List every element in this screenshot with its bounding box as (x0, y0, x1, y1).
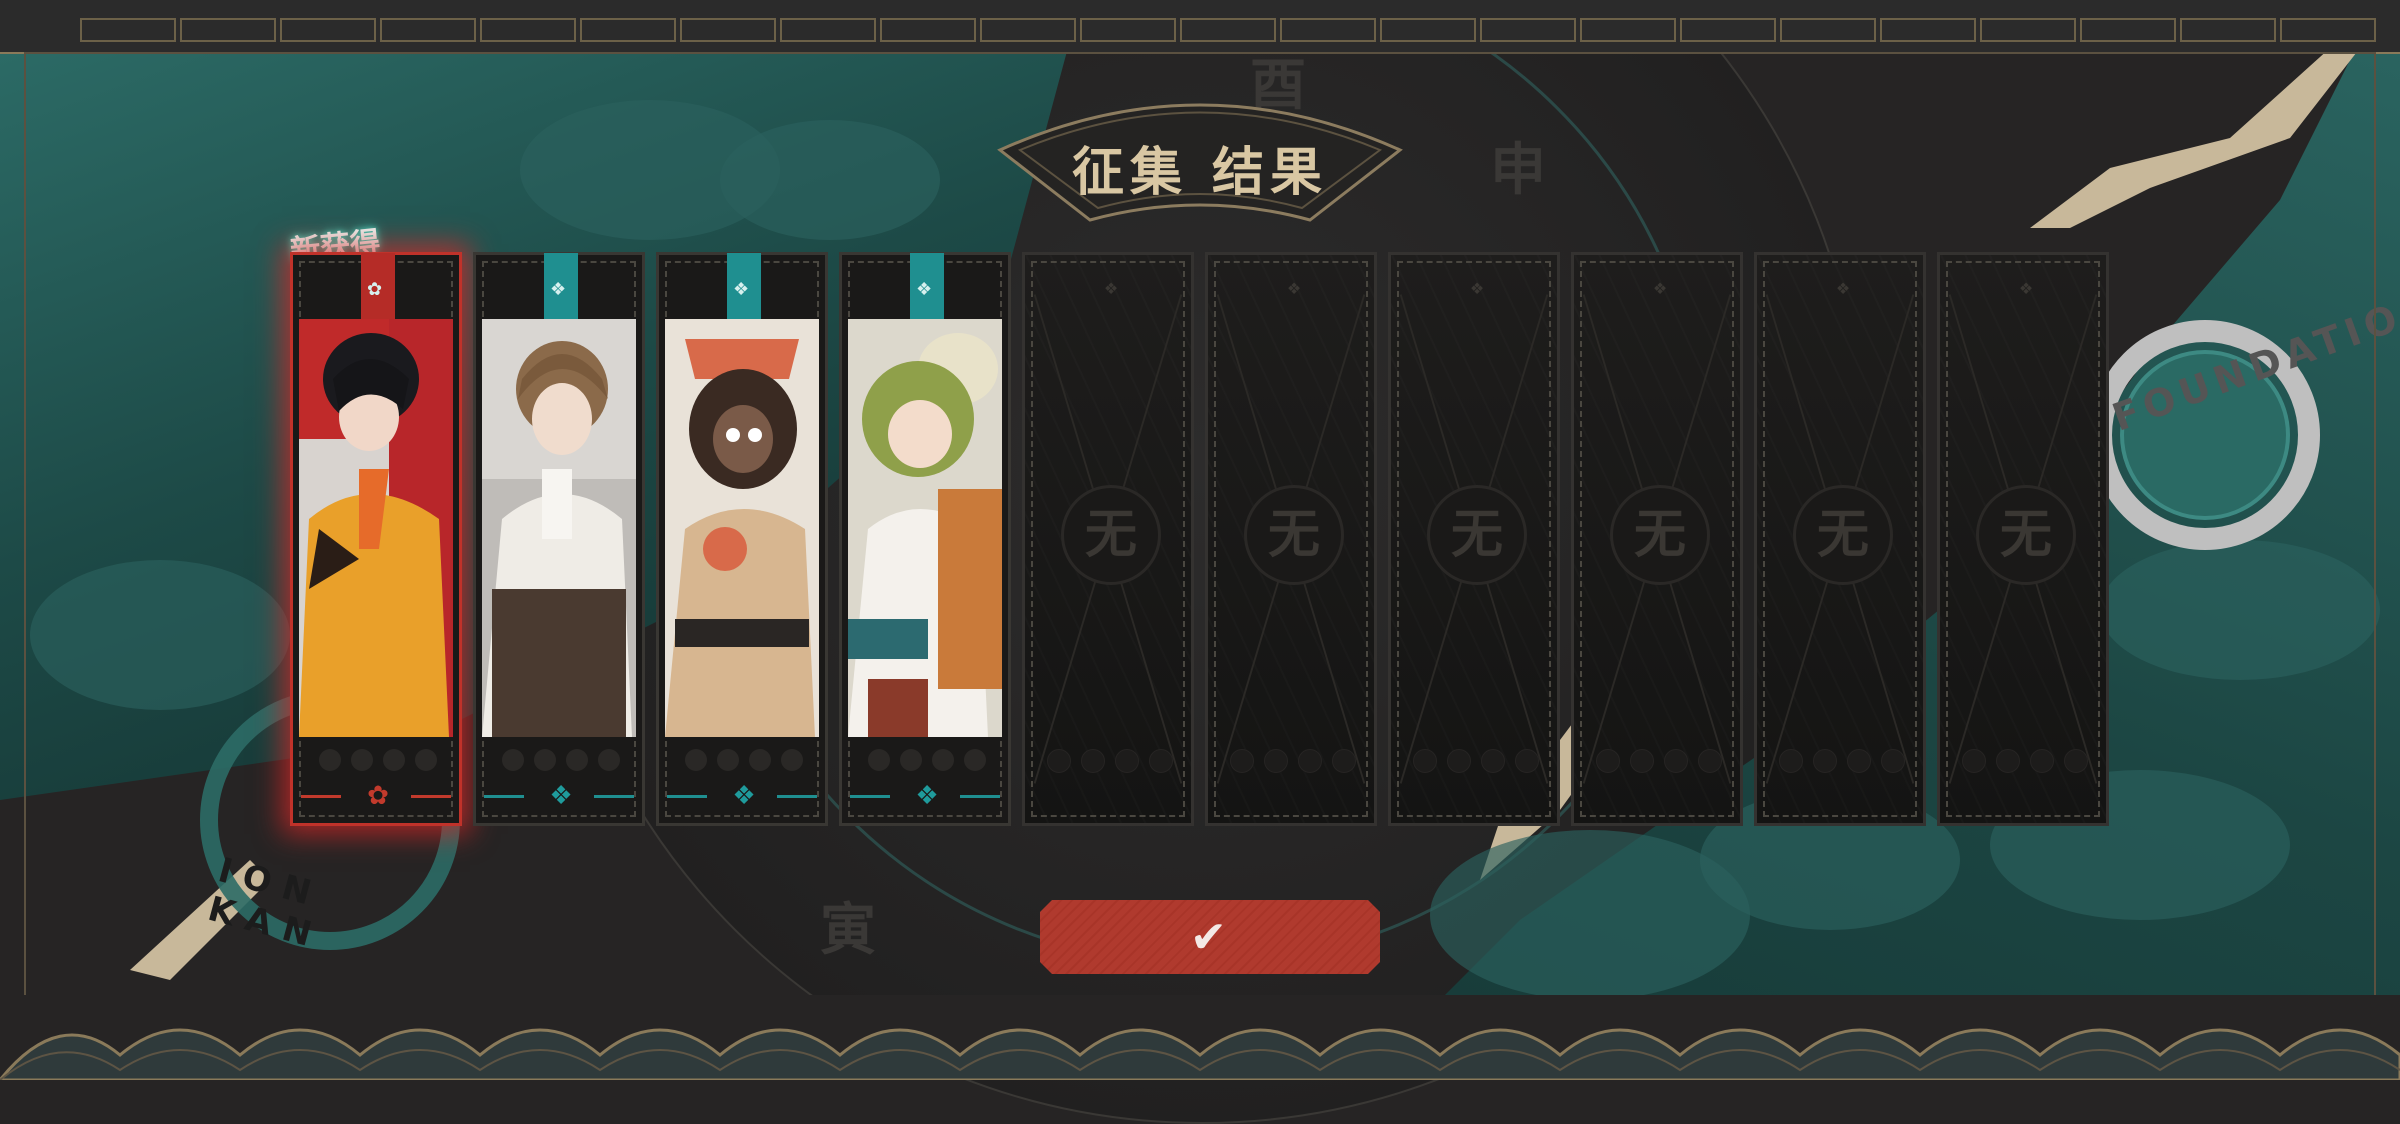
flower-icon: ✿ (367, 279, 383, 300)
border-segment (480, 18, 576, 42)
rarity-tab: ❖ (544, 253, 578, 323)
character-portrait (482, 319, 636, 737)
border-segment (1580, 18, 1676, 42)
star-slots (1950, 749, 2100, 775)
knot-icon: ❖ (733, 279, 750, 300)
result-card-3[interactable]: ❖ ❖ (656, 252, 828, 826)
empty-glyph: 无 (1610, 485, 1710, 585)
background-glyph: 寅 (820, 897, 876, 963)
star-slots (669, 749, 819, 775)
rarity-tab: ❖ (910, 253, 944, 323)
title-banner: 征集 结果 (990, 70, 1410, 230)
knot-icon: ❖ (1835, 279, 1851, 298)
result-card-2[interactable]: ❖ ❖ (473, 252, 645, 826)
border-segment (1280, 18, 1376, 42)
empty-glyph: 无 (1244, 485, 1344, 585)
page-title: 征集 结果 (1071, 142, 1329, 203)
character-portrait (665, 319, 819, 737)
rarity-tab: ❖ (727, 253, 761, 323)
empty-card-slot: ❖ 无 (1571, 252, 1743, 826)
empty-glyph: 无 (1976, 485, 2076, 585)
empty-card-slot: ❖ 无 (1388, 252, 1560, 826)
border-segment (2080, 18, 2176, 42)
knot-icon: ❖ (550, 279, 567, 300)
star-slots (852, 749, 1002, 775)
star-slots (1767, 749, 1917, 775)
knot-icon: ❖ (1103, 279, 1119, 298)
background-glyph: 申 (1490, 137, 1546, 203)
border-segment (1180, 18, 1276, 42)
cloud-decoration (2100, 540, 2380, 680)
border-segment (2280, 18, 2376, 42)
border-segment (1680, 18, 1776, 42)
confirm-button[interactable]: ✔ (1040, 900, 1380, 974)
empty-glyph: 无 (1061, 485, 1161, 585)
star-slots (1035, 749, 1185, 775)
border-segment (980, 18, 1076, 42)
cloud-decoration (30, 560, 290, 710)
border-segment (380, 18, 476, 42)
border-segment (80, 18, 176, 42)
knot-icon: ❖ (1286, 279, 1302, 298)
empty-glyph: 无 (1427, 485, 1527, 585)
empty-card-slot: ❖ 无 (1205, 252, 1377, 826)
knot-icon: ❖ (2018, 279, 2034, 298)
knot-icon: ❖ (916, 279, 933, 300)
empty-glyph: 无 (1793, 485, 1893, 585)
border-segment (680, 18, 776, 42)
knot-icon: ❖ (1469, 279, 1485, 298)
character-portrait (299, 319, 453, 737)
border-segment (580, 18, 676, 42)
star-slots (1218, 749, 1368, 775)
border-segment (2180, 18, 2276, 42)
border-segment (780, 18, 876, 42)
border-segment (1780, 18, 1876, 42)
empty-card-slot: ❖ 无 (1754, 252, 1926, 826)
flower-icon: ✿ (367, 781, 389, 811)
empty-card-slot: ❖ 无 (1937, 252, 2109, 826)
border-segment (180, 18, 276, 42)
rarity-tab: ✿ (361, 253, 395, 323)
border-segment (1080, 18, 1176, 42)
cloud-decoration (720, 120, 940, 240)
border-segment (1980, 18, 2076, 42)
knot-icon: ❖ (732, 781, 756, 811)
border-segment (1480, 18, 1576, 42)
star-slots (1584, 749, 1734, 775)
star-slots (1401, 749, 1551, 775)
top-border-band (0, 0, 2400, 54)
star-slots (486, 749, 636, 775)
character-portrait (848, 319, 1002, 737)
result-card-1[interactable]: ✿ ✿ (290, 252, 462, 826)
wave-border (0, 995, 2400, 1080)
star-slots (303, 749, 453, 775)
checkmark-icon: ✔ (1190, 912, 1227, 963)
result-card-4[interactable]: ❖ ❖ (839, 252, 1011, 826)
knot-icon: ❖ (1652, 279, 1668, 298)
empty-card-slot: ❖ 无 (1022, 252, 1194, 826)
knot-icon: ❖ (549, 781, 573, 811)
border-segment (1880, 18, 1976, 42)
border-segment (1380, 18, 1476, 42)
border-segment (880, 18, 976, 42)
border-segment (280, 18, 376, 42)
knot-icon: ❖ (915, 781, 939, 811)
